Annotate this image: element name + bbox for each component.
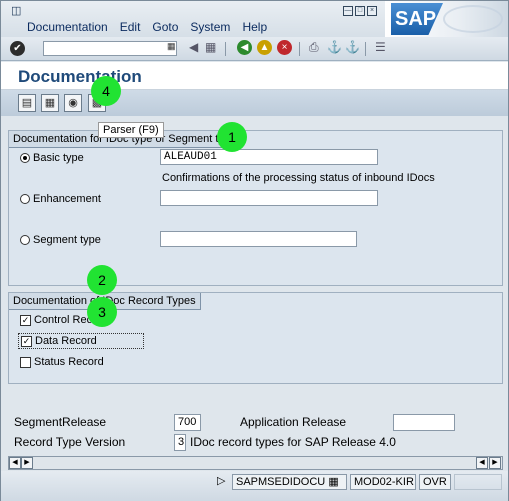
enhancement-label: Enhancement <box>33 193 101 205</box>
enhancement-radio[interactable]: Enhancement <box>20 193 101 205</box>
status-mode[interactable]: OVR <box>419 474 451 490</box>
check-icon[interactable]: ✔ <box>10 41 25 56</box>
basic-type-input[interactable]: ALEAUD01 <box>160 149 378 165</box>
basic-type-radio[interactable]: Basic type <box>20 152 84 164</box>
radio-icon[interactable] <box>20 235 30 245</box>
data-record-checkbox[interactable]: ✓ Data Record <box>18 333 144 349</box>
checkbox-icon[interactable] <box>20 356 31 368</box>
checkbox-checked-icon[interactable]: ✓ <box>21 335 32 347</box>
status-bar: ▷ SAPMSEDIDOCU ▦ MOD02-KIR OVR <box>1 471 508 501</box>
marker-4: 4 <box>91 76 121 106</box>
menu-help[interactable]: Help <box>242 20 267 34</box>
cancel-icon[interactable]: × <box>277 40 292 55</box>
menu-bar: ◫ Documentation Edit Goto System Help — … <box>1 1 508 37</box>
segment-release-label: SegmentRelease <box>14 415 107 429</box>
scroll-left-icon[interactable]: ▶ <box>21 457 33 469</box>
status-program: SAPMSEDIDOCU ▦ <box>232 474 347 490</box>
enhancement-input[interactable] <box>160 190 378 206</box>
command-field[interactable] <box>43 41 177 56</box>
sap-logo: SAP <box>385 1 508 37</box>
menu-documentation[interactable]: Documentation <box>27 20 108 34</box>
record-type-version-description: IDoc record types for SAP Release 4.0 <box>190 435 396 449</box>
marker-1: 1 <box>217 122 247 152</box>
separator <box>299 42 300 56</box>
status-resize-grip-icon[interactable] <box>454 474 502 490</box>
scroll-right-end-icon[interactable]: ▶ <box>489 457 501 469</box>
close-icon[interactable]: × <box>367 6 377 16</box>
application-toolbar: ▤ ▦ ◉ ▩ <box>1 90 508 116</box>
menu-goto[interactable]: Goto <box>152 20 178 34</box>
page-title: Documentation <box>18 67 142 86</box>
sap-window: ◫ Documentation Edit Goto System Help — … <box>0 0 509 501</box>
exit-icon[interactable]: ▲ <box>257 40 272 55</box>
title-bar: Documentation <box>1 62 508 90</box>
layout-icon[interactable]: ☰ <box>375 40 386 54</box>
separator <box>225 42 226 56</box>
scroll-left-end-icon[interactable]: ◀ <box>9 457 21 469</box>
segment-type-input[interactable] <box>160 231 357 247</box>
standard-toolbar: ✔ ▦ ◀ ▦ ◀ ▲ × ⎙ ⚓ ⚓ ☰ <box>1 37 508 61</box>
find-icon[interactable]: ⚓ <box>327 40 342 54</box>
record-type-version-label: Record Type Version <box>14 435 126 449</box>
data-record-label: Data Record <box>35 335 97 347</box>
menu-edit[interactable]: Edit <box>120 20 141 34</box>
system-menu-icon[interactable]: ◫ <box>11 4 21 17</box>
print-icon[interactable]: ⎙ <box>309 40 319 55</box>
menu: Documentation Edit Goto System Help <box>27 20 267 34</box>
application-release-value[interactable] <box>393 414 455 431</box>
menu-system[interactable]: System <box>190 20 230 34</box>
html-icon[interactable]: ◉ <box>64 94 82 112</box>
application-release-label: Application Release <box>240 415 347 429</box>
parser-tooltip: Parser (F9) <box>98 122 164 138</box>
basic-type-label: Basic type <box>33 152 84 164</box>
display-doc-icon[interactable]: ▤ <box>18 94 36 112</box>
radio-selected-icon[interactable] <box>20 153 30 163</box>
marker-3: 3 <box>87 297 117 327</box>
command-field-dropdown-icon[interactable]: ▦ <box>167 41 176 52</box>
record-type-version-value[interactable]: 3 <box>174 434 186 451</box>
segment-type-label: Segment type <box>33 234 101 246</box>
status-program-text: SAPMSEDIDOCU <box>236 476 326 488</box>
status-record-label: Status Record <box>34 356 104 368</box>
checkbox-checked-icon[interactable]: ✓ <box>20 314 31 326</box>
separator <box>365 42 366 56</box>
status-arrow-icon[interactable]: ▷ <box>214 474 228 490</box>
scroll-right-icon[interactable]: ◀ <box>476 457 488 469</box>
marker-2: 2 <box>87 265 117 295</box>
maximize-icon[interactable]: □ <box>355 6 365 16</box>
minimize-icon[interactable]: — <box>343 6 353 16</box>
window-controls: — □ × <box>343 6 377 16</box>
swirl-decoration <box>443 5 503 33</box>
tree-icon[interactable]: ▦ <box>41 94 59 112</box>
horizontal-scrollbar[interactable]: ◀ ▶ ◀ ▶ <box>8 456 503 470</box>
status-record-checkbox[interactable]: Status Record <box>20 356 104 368</box>
sap-logo-text: SAP <box>391 3 443 35</box>
back-icon[interactable]: ◀ <box>237 40 252 55</box>
segment-release-value[interactable]: 700 <box>174 414 201 431</box>
find-next-icon[interactable]: ⚓ <box>345 40 360 54</box>
basic-type-description: Confirmations of the processing status o… <box>162 172 435 184</box>
radio-icon[interactable] <box>20 194 30 204</box>
status-dropdown-icon[interactable]: ▦ <box>328 476 338 488</box>
segment-type-radio[interactable]: Segment type <box>20 234 101 246</box>
status-server: MOD02-KIR <box>350 474 416 490</box>
nav-left-icon[interactable]: ◀ <box>189 40 198 54</box>
save-icon[interactable]: ▦ <box>205 40 216 54</box>
